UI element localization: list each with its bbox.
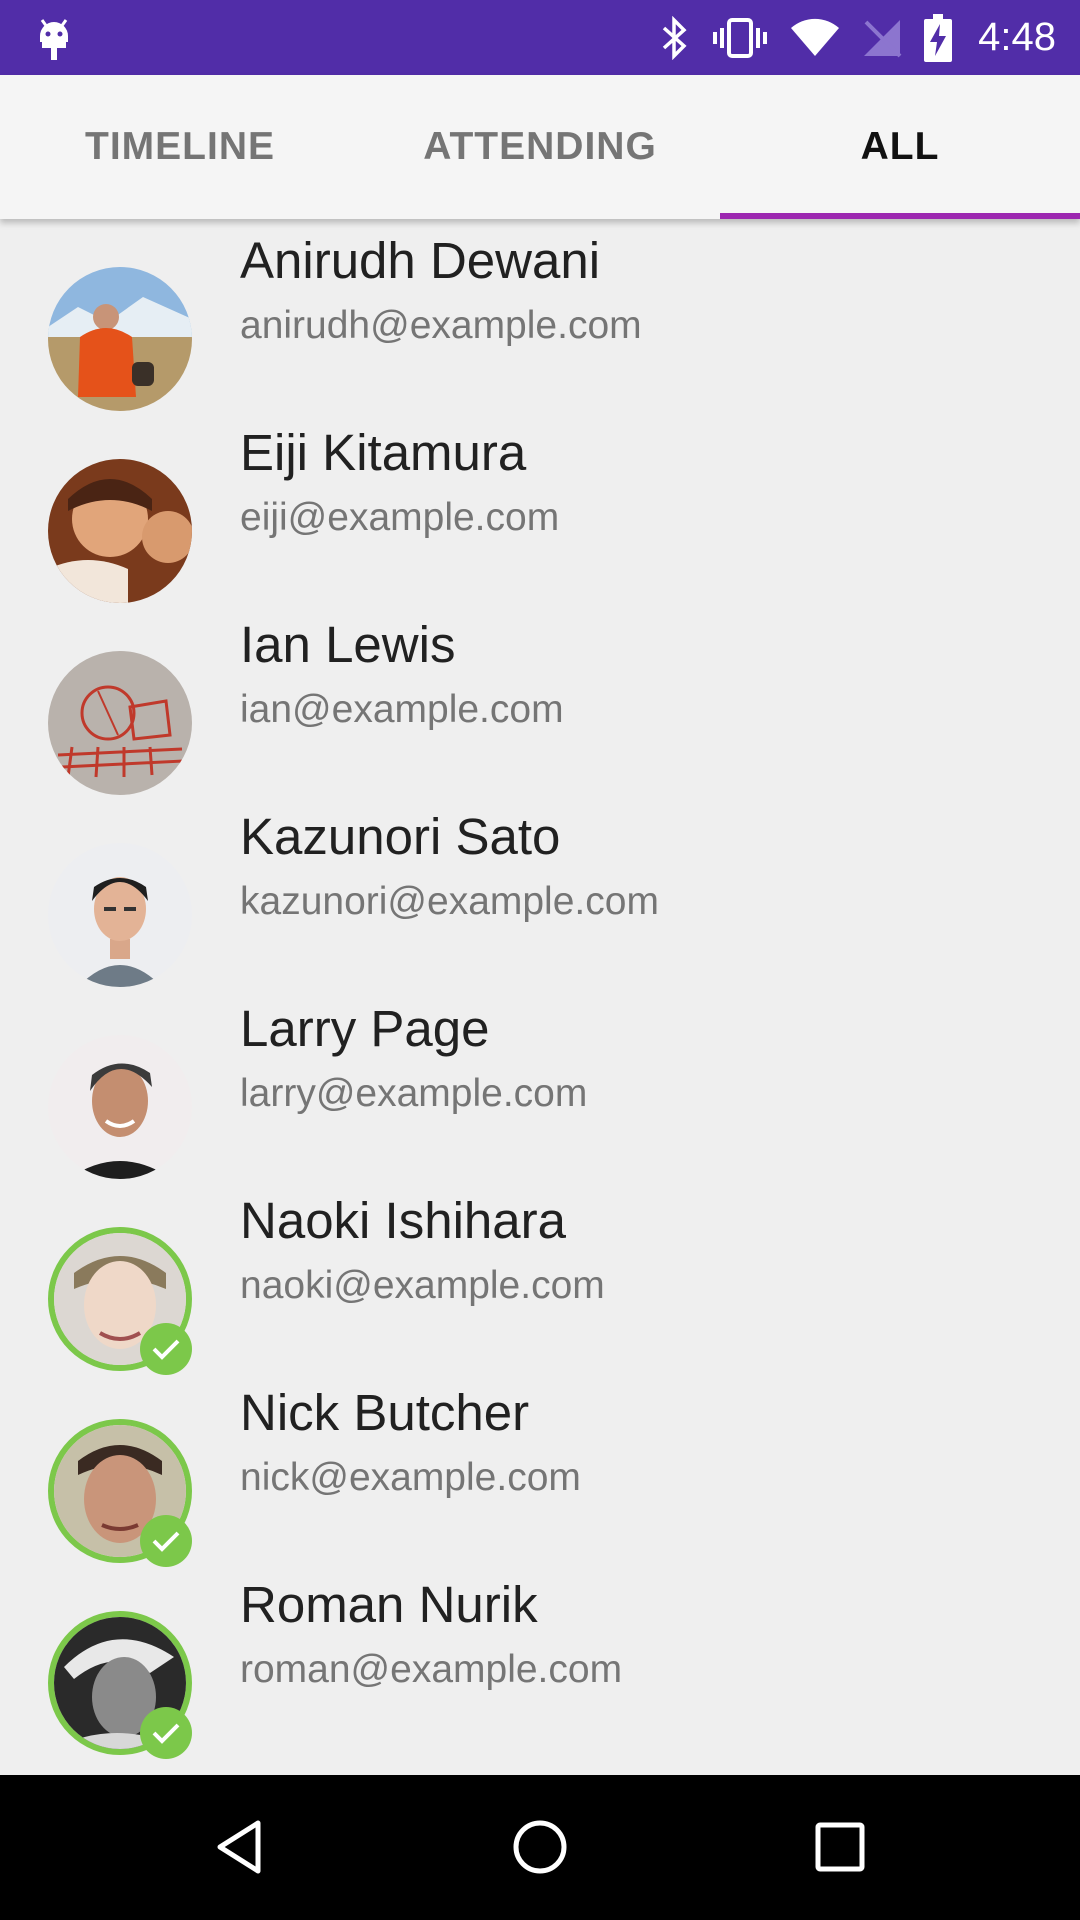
tab-all[interactable]: ALL (720, 75, 1080, 219)
back-icon[interactable] (210, 1817, 270, 1877)
list-item[interactable]: Eiji Kitamura eiji@example.com (0, 411, 1080, 603)
person-name: Anirudh Dewani (240, 232, 601, 289)
list-item[interactable]: Kazunori Sato kazunori@example.com (0, 795, 1080, 987)
list-item[interactable]: Roman Nurik roman@example.com (0, 1563, 1080, 1759)
tab-timeline[interactable]: TIMELINE (0, 75, 360, 219)
tab-selected-indicator (720, 213, 1080, 219)
recents-icon[interactable] (810, 1817, 870, 1877)
tab-bar: TIMELINE ATTENDING ALL (0, 75, 1080, 219)
avatar (48, 459, 192, 603)
list-item[interactable]: Larry Page larry@example.com (0, 987, 1080, 1179)
person-name: Roman Nurik (240, 1576, 538, 1633)
list-item[interactable]: Ian Lewis ian@example.com (0, 603, 1080, 795)
person-email: nick@example.com (240, 1456, 581, 1499)
wifi-icon (791, 18, 840, 56)
check-icon (152, 1531, 180, 1552)
battery-charging-icon (924, 13, 953, 62)
person-email: naoki@example.com (240, 1264, 605, 1307)
avatar (48, 843, 192, 987)
person-name: Nick Butcher (240, 1384, 530, 1441)
person-name: Eiji Kitamura (240, 424, 527, 481)
person-email: kazunori@example.com (240, 880, 659, 923)
person-email: ian@example.com (240, 688, 564, 731)
person-name: Naoki Ishihara (240, 1192, 566, 1249)
no-signal-icon (864, 19, 902, 57)
list-item[interactable]: Nick Butcher nick@example.com (0, 1371, 1080, 1567)
person-name: Ian Lewis (240, 616, 456, 673)
people-list[interactable]: Anirudh Dewani anirudh@example.com Eiji … (0, 219, 1080, 1775)
list-item[interactable]: Naoki Ishihara naoki@example.com (0, 1179, 1080, 1375)
home-icon[interactable] (510, 1817, 570, 1877)
person-email: roman@example.com (240, 1648, 623, 1691)
android-icon (40, 19, 68, 60)
tab-label: ATTENDING (423, 125, 657, 168)
person-name: Kazunori Sato (240, 808, 561, 865)
bluetooth-icon (662, 15, 687, 60)
vibrate-icon (713, 17, 768, 58)
checked-in-badge (140, 1323, 192, 1375)
person-email: larry@example.com (240, 1072, 588, 1115)
checked-in-badge (140, 1707, 192, 1759)
checked-in-badge (140, 1515, 192, 1567)
list-item[interactable]: Anirudh Dewani anirudh@example.com (0, 219, 1080, 411)
person-name: Larry Page (240, 1000, 490, 1057)
navigation-bar (0, 1775, 1080, 1920)
tab-label: TIMELINE (85, 125, 275, 168)
status-clock: 4:48 (978, 15, 1056, 59)
person-email: anirudh@example.com (240, 304, 642, 347)
check-icon (152, 1339, 180, 1360)
status-bar: 4:48 (0, 0, 1080, 75)
avatar (48, 1035, 192, 1179)
avatar (48, 651, 192, 795)
tab-label: ALL (860, 125, 940, 168)
avatar (48, 267, 192, 411)
person-email: eiji@example.com (240, 496, 560, 539)
check-icon (152, 1723, 180, 1744)
tab-attending[interactable]: ATTENDING (360, 75, 720, 219)
